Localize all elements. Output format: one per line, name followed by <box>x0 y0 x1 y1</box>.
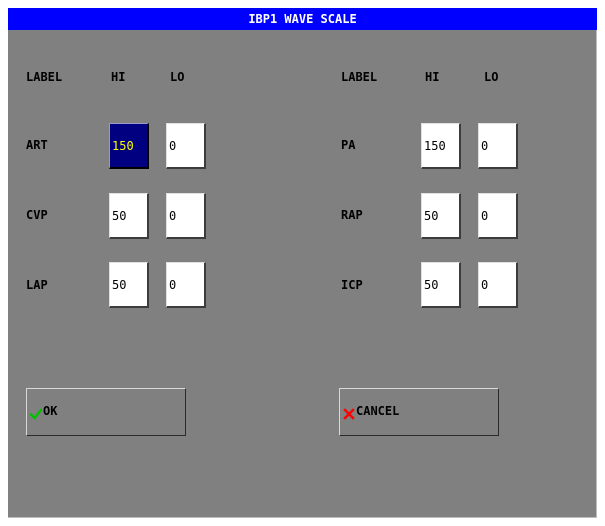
rap-lo-field[interactable]: 0 <box>478 193 518 239</box>
lap-lo-field[interactable]: 0 <box>166 262 206 308</box>
pa-lo-field[interactable]: 0 <box>478 123 518 169</box>
ok-button-label: OK <box>43 404 58 418</box>
lap-hi-field[interactable]: 50 <box>109 262 149 308</box>
right-lo-header: LO <box>484 70 499 84</box>
left-hi-header: HI <box>111 70 126 84</box>
left-label-header: LABEL <box>26 70 63 84</box>
icp-hi-field[interactable]: 50 <box>421 262 461 308</box>
checkmark-icon <box>29 405 43 420</box>
icp-lo-field[interactable]: 0 <box>478 262 518 308</box>
row-label-icp: ICP <box>341 278 363 292</box>
art-lo-field[interactable]: 0 <box>166 123 206 169</box>
cancel-button-label: CANCEL <box>356 404 400 418</box>
pa-hi-field[interactable]: 150 <box>421 123 461 169</box>
cvp-lo-field[interactable]: 0 <box>166 193 206 239</box>
right-hi-header: HI <box>425 70 440 84</box>
ibp-wave-scale-dialog: IBP1 WAVE SCALE LABEL HI LO LABEL HI LO … <box>8 8 597 518</box>
cancel-button[interactable]: CANCEL <box>339 388 499 436</box>
row-label-cvp: CVP <box>26 208 48 222</box>
cross-icon <box>343 405 355 420</box>
rap-hi-field[interactable]: 50 <box>421 193 461 239</box>
ok-button[interactable]: OK <box>26 388 186 436</box>
row-label-art: ART <box>26 138 48 152</box>
row-label-rap: RAP <box>341 208 363 222</box>
left-lo-header: LO <box>170 70 185 84</box>
right-label-header: LABEL <box>341 70 378 84</box>
art-hi-field[interactable]: 150 <box>109 123 149 169</box>
row-label-pa: PA <box>341 138 356 152</box>
dialog-title: IBP1 WAVE SCALE <box>8 8 597 30</box>
cvp-hi-field[interactable]: 50 <box>109 193 149 239</box>
row-label-lap: LAP <box>26 278 48 292</box>
